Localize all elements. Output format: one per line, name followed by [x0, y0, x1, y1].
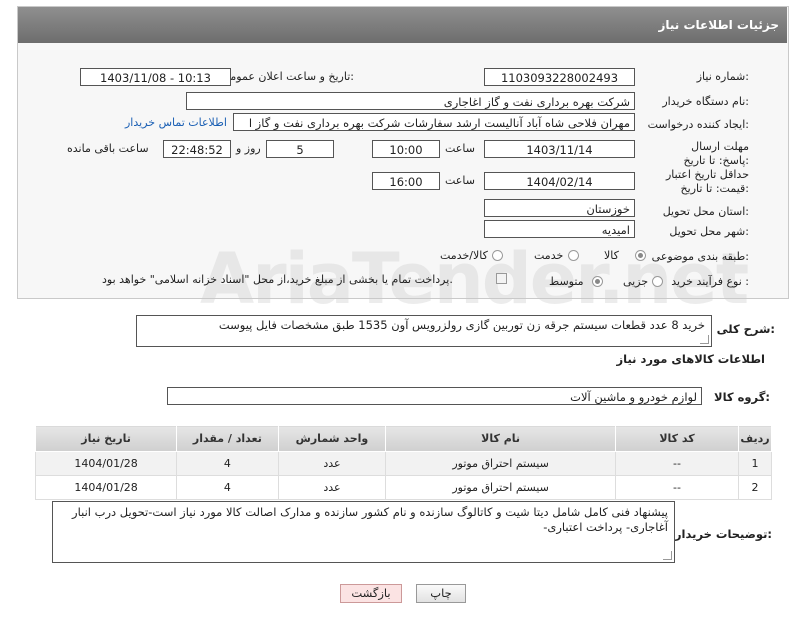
cell-name: سیستم احتراق موتور: [385, 475, 616, 500]
need-number-field: 1103093228002493: [484, 68, 635, 86]
cell-date: 1404/01/28: [34, 451, 178, 476]
cell-qty: 4: [176, 475, 279, 500]
price-time-field: 16:00: [372, 172, 440, 190]
need-number-label: شماره نیاز:: [696, 70, 749, 83]
resize-grip-icon[interactable]: [663, 551, 672, 560]
send-time-label: ساعت: [445, 142, 475, 155]
col-name: نام کالا: [385, 425, 616, 452]
province-label: استان محل تحویل:: [662, 205, 749, 218]
buyer-org-label: نام دستگاه خریدار:: [662, 95, 749, 108]
process-minor-radio[interactable]: [652, 276, 663, 287]
send-date-field: 1403/11/14: [484, 140, 635, 158]
goods-section-title: اطلاعات کالاهای مورد نیاز: [616, 352, 765, 366]
cell-date: 1404/01/28: [34, 475, 178, 500]
process-medium-radio[interactable]: [592, 276, 603, 287]
remaining-time-label: ساعت باقی مانده: [67, 142, 149, 155]
buyer-org-field: شرکت بهره برداری نفت و گاز اغاجاری: [186, 92, 635, 110]
cell-qty: 4: [176, 451, 279, 476]
buyer-notes-text: پیشنهاد فنی کامل شامل دیتا شیت و کاتالوگ…: [72, 505, 668, 534]
cell-unit: عدد: [277, 475, 387, 500]
cell-code: --: [614, 451, 740, 476]
category-both-label: کالا/خدمت: [440, 249, 488, 262]
goods-table: ردیف کد کالا نام کالا واحد شمارش تعداد /…: [34, 425, 772, 500]
col-row: ردیف: [738, 425, 772, 452]
goods-table-header: ردیف کد کالا نام کالا واحد شمارش تعداد /…: [34, 425, 772, 452]
cell-name: سیستم احتراق موتور: [385, 451, 616, 476]
treasury-payment-checkbox[interactable]: [496, 273, 507, 284]
requester-field: مهران فلاحی شاه آباد آنالیست ارشد سفارشا…: [233, 113, 635, 131]
col-code: کد کالا: [614, 425, 740, 452]
city-field: امیدیه: [484, 220, 635, 238]
process-label: نوع فرآیند خرید :: [671, 275, 749, 288]
col-qty: تعداد / مقدار: [176, 425, 279, 452]
price-date-field: 1404/02/14: [484, 172, 635, 190]
table-row: 1 -- سیستم احتراق موتور عدد 4 1404/01/28: [34, 451, 772, 476]
summary-text: خرید 8 عدد قطعات سیستم جرقه زن توربین گا…: [218, 318, 705, 332]
city-label: شهر محل تحویل:: [669, 225, 749, 238]
back-button[interactable]: بازگشت: [340, 584, 402, 603]
goods-group-label: گروه کالا:: [714, 390, 770, 404]
panel-header: جزئیات اطلاعات نیاز: [18, 7, 787, 43]
announce-date-label: تاریخ و ساعت اعلان عمومی:: [221, 70, 354, 83]
category-service-radio[interactable]: [568, 250, 579, 261]
resize-grip-icon[interactable]: [700, 335, 709, 344]
days-label: روز و: [236, 142, 261, 155]
category-goods-radio[interactable]: [635, 250, 646, 261]
goods-group-field: لوازم خودرو و ماشین آلات: [167, 387, 702, 405]
price-deadline-label: حداقل تاریخ اعتبار قیمت: تا تاریخ:: [665, 168, 749, 195]
province-field: خوزستان: [484, 199, 635, 217]
cell-unit: عدد: [277, 451, 387, 476]
category-label: طبقه بندی موضوعی:: [651, 250, 749, 263]
col-date: تاریخ نیاز: [34, 425, 178, 452]
send-deadline-label: مهلت ارسال پاسخ: تا تاریخ:: [683, 140, 749, 167]
treasury-payment-note: پرداخت تمام یا بخشی از مبلغ خرید،از محل …: [102, 273, 453, 286]
requester-label: ایجاد کننده درخواست:: [647, 118, 749, 131]
category-service-label: خدمت: [534, 249, 564, 262]
buyer-notes-label: توضیحات خریدار:: [674, 527, 772, 541]
cell-row: 1: [738, 451, 772, 476]
category-goods-label: کالا: [604, 249, 619, 262]
process-medium-label: متوسط: [549, 275, 584, 288]
cell-row: 2: [738, 475, 772, 500]
category-both-radio[interactable]: [492, 250, 503, 261]
remaining-time-field: 22:48:52: [163, 140, 231, 158]
announce-date-field: 1403/11/08 - 10:13: [80, 68, 231, 86]
table-row: 2 -- سیستم احتراق موتور عدد 4 1404/01/28: [34, 475, 772, 500]
summary-textarea[interactable]: خرید 8 عدد قطعات سیستم جرقه زن توربین گا…: [136, 315, 712, 347]
page-title: جزئیات اطلاعات نیاز: [658, 18, 779, 32]
price-time-label: ساعت: [445, 174, 475, 187]
buyer-contact-link[interactable]: اطلاعات تماس خریدار: [125, 116, 227, 129]
days-remaining-field: 5: [266, 140, 334, 158]
process-minor-label: جزیی: [623, 275, 649, 288]
col-unit: واحد شمارش: [277, 425, 387, 452]
send-time-field: 10:00: [372, 140, 440, 158]
buyer-notes-textarea[interactable]: پیشنهاد فنی کامل شامل دیتا شیت و کاتالوگ…: [52, 501, 675, 563]
cell-code: --: [614, 475, 740, 500]
print-button[interactable]: چاپ: [416, 584, 466, 603]
